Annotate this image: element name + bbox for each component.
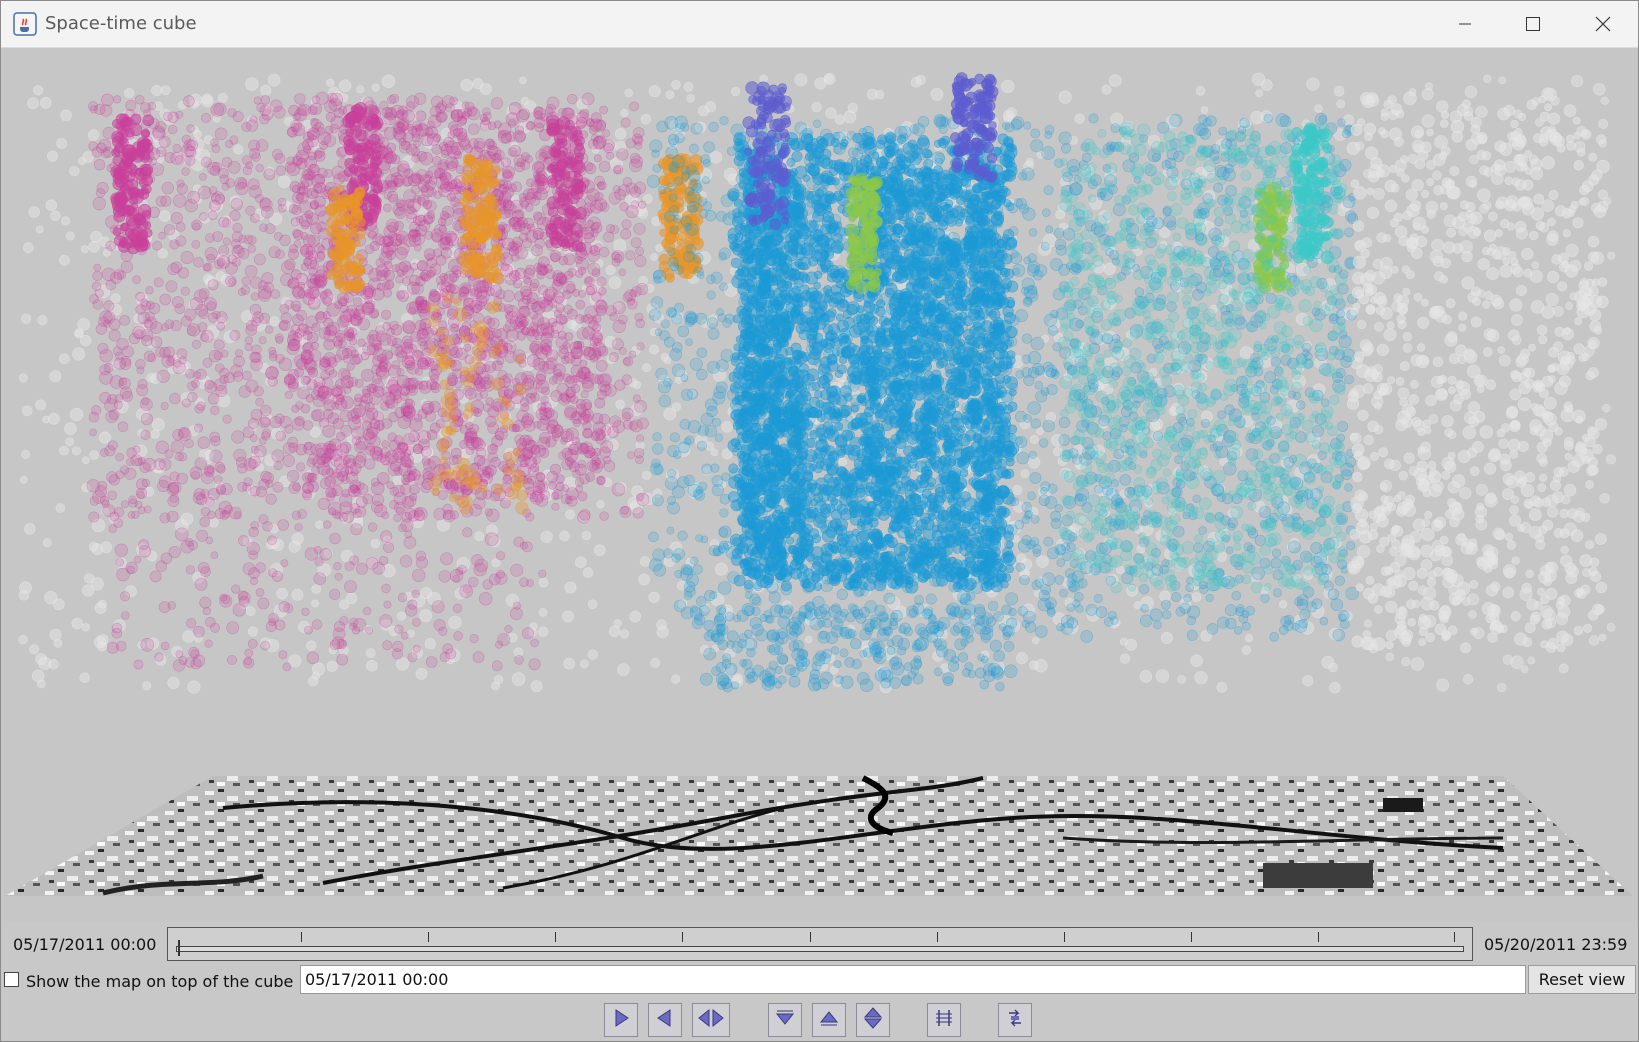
cube-3d-viewport[interactable] [3,48,1638,921]
java-cup-icon [13,12,37,36]
slider-tick [301,932,302,942]
play-backward-button[interactable] [648,1003,682,1037]
move-down-icon [774,1007,796,1033]
map-on-top-checkbox[interactable] [4,972,19,987]
time-slider[interactable] [167,927,1473,961]
close-button[interactable] [1569,1,1637,47]
maximize-button[interactable] [1499,1,1567,47]
window-title: Space-time cube [45,13,197,34]
play-forward-icon [610,1007,632,1033]
maximize-icon [1525,16,1541,32]
options-row: Show the map on top of the cube 05/17/20… [1,963,1639,997]
cluster-points-layer [19,73,1616,694]
play-both-button[interactable] [692,1003,730,1037]
slider-thumb[interactable] [178,940,180,956]
animation-toolbar [1,999,1639,1042]
time-range-start: 05/17/2011 00:00 [13,935,156,954]
time-grid-icon [933,1007,955,1033]
base-map-plane [5,776,1633,896]
time-range-bar: 05/17/2011 00:00 05/20/2011 23:59 [1,925,1639,963]
rotate-view-button[interactable] [998,1003,1032,1037]
rotate-view-icon [1004,1007,1026,1033]
minimize-icon [1457,16,1473,32]
space-time-cube-scene[interactable] [3,48,1638,921]
play-forward-button[interactable] [604,1003,638,1037]
slider-tick [937,932,938,942]
space-time-cube-window: Space-time cube 05/17/2011 00:00 05/20/2… [0,0,1639,1042]
slider-tick [810,932,811,942]
move-up-down-icon [862,1006,884,1034]
move-up-button[interactable] [812,1003,846,1037]
current-time-field[interactable]: 05/17/2011 00:00 [300,965,1526,994]
slider-tick [1318,932,1319,942]
move-up-icon [818,1007,840,1033]
slider-tick [555,932,556,942]
slider-tick [1191,932,1192,942]
map-on-top-label[interactable]: Show the map on top of the cube [26,972,293,991]
play-both-icon [697,1007,725,1033]
title-bar[interactable]: Space-time cube [1,1,1638,48]
minimize-button[interactable] [1431,1,1499,47]
slider-tick [682,932,683,942]
time-range-end: 05/20/2011 23:59 [1484,935,1627,954]
time-grid-button[interactable] [927,1003,961,1037]
move-up-down-button[interactable] [856,1003,890,1037]
play-backward-icon [654,1007,676,1033]
slider-tick [428,932,429,942]
slider-tick [1064,932,1065,942]
slider-track[interactable] [176,946,1464,952]
slider-tick [1454,932,1455,942]
close-icon [1595,16,1611,32]
move-down-button[interactable] [768,1003,802,1037]
reset-view-button[interactable]: Reset view [1528,965,1636,994]
